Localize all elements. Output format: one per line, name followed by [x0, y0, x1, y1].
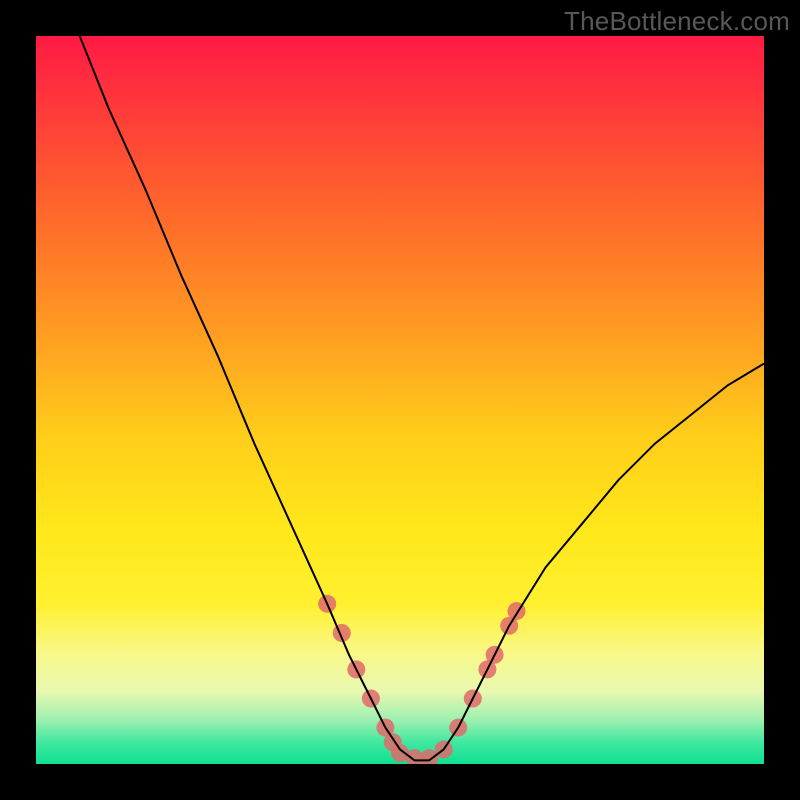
- chart-frame: TheBottleneck.com: [0, 0, 800, 800]
- plot-area: [36, 36, 764, 764]
- watermark-text: TheBottleneck.com: [564, 6, 790, 37]
- gradient-background: [36, 36, 764, 764]
- chart-svg: [36, 36, 764, 764]
